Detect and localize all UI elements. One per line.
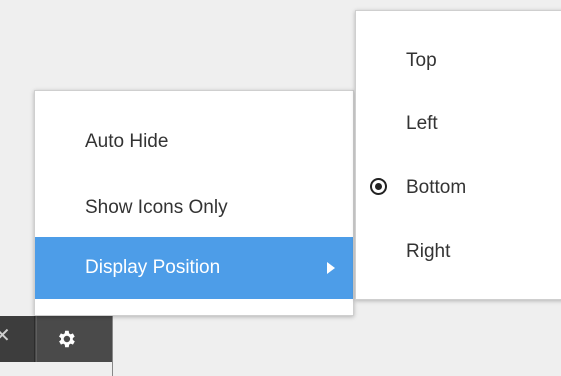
taskbar-toolbar: ✕: [0, 316, 113, 376]
radio-selected-icon: [370, 178, 387, 195]
chevron-right-icon: [327, 262, 335, 274]
context-menu: Auto Hide Show Icons Only Display Positi…: [34, 90, 354, 316]
submenu-item-label: Bottom: [406, 177, 467, 198]
menu-item-label: Auto Hide: [85, 131, 169, 152]
display-position-submenu: Top Left Bottom Right: [355, 10, 561, 300]
submenu-item-label: Top: [406, 50, 437, 71]
radio-dot: [375, 183, 382, 190]
gear-icon: [59, 330, 75, 348]
close-icon: ✕: [0, 326, 11, 346]
submenu-item-top[interactable]: Top: [356, 41, 561, 81]
toolbar-gap: [0, 362, 112, 376]
submenu-item-left[interactable]: Left: [356, 104, 561, 144]
menu-item-label: Show Icons Only: [85, 197, 228, 218]
screen: ✕ Auto Hide Show Icons Only Display Posi…: [0, 0, 561, 376]
menu-item-display-position[interactable]: Display Position: [35, 237, 353, 299]
menu-item-show-icons-only[interactable]: Show Icons Only: [35, 175, 353, 241]
toolbar-settings-button[interactable]: [36, 316, 111, 362]
menu-item-auto-hide[interactable]: Auto Hide: [35, 109, 353, 175]
submenu-item-right[interactable]: Right: [356, 232, 561, 272]
submenu-item-bottom[interactable]: Bottom: [356, 168, 561, 208]
menu-item-label: Display Position: [85, 257, 221, 278]
submenu-item-label: Left: [406, 113, 438, 134]
toolbar-close-button[interactable]: ✕: [0, 316, 35, 362]
submenu-item-label: Right: [406, 241, 451, 262]
